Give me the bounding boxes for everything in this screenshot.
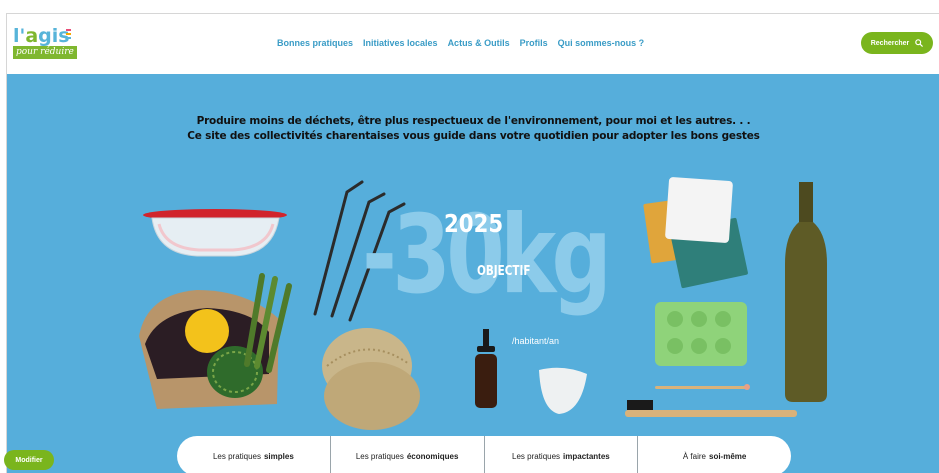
main-nav: Bonnes pratiques Initiatives locales Act… [277,38,644,48]
tab-label-prefix: À faire [682,451,706,461]
objective-label: OBJECTIF [477,264,531,279]
bees-wrap-icon [643,177,748,289]
practices-tabs: Les pratiques simples Les pratiques économ… [177,436,791,473]
tab-pratiques-impactantes[interactable]: Les pratiques impactantes [485,436,639,473]
logo-letter-a: a [25,25,39,47]
tab-a-faire-soi-meme[interactable]: À faire soi-même [638,436,791,473]
nav-item-profils[interactable]: Profils [520,38,548,48]
objective-unit: /habitant/an [512,336,560,346]
browser-viewport: l'agis pour réduire Bonnes pratiques Ini… [6,13,939,473]
logo-apostrophe: l' [13,25,26,47]
search-button[interactable]: Rechercher [861,32,933,54]
search-button-label: Rechercher [870,39,910,47]
wine-bottle-icon [785,182,827,402]
tab-label-prefix: Les pratiques [512,451,561,461]
logo-letters-gis: gis [38,25,70,47]
hero-banner: Produire moins de déchets, être plus res… [7,74,939,473]
egg-carton-icon [655,302,747,366]
site-header: l'agis pour réduire Bonnes pratiques Ini… [7,14,939,74]
nav-item-qui-sommes-nous[interactable]: Qui sommes-nous ? [558,38,645,48]
search-icon [915,39,924,47]
dropper-bottle-icon [475,329,497,408]
vegetable-bag-icon [139,273,292,409]
modify-button[interactable]: Modifier [4,450,54,470]
logo-tagline: pour réduire [13,46,77,59]
tab-label-bold: impactantes [563,451,610,461]
nav-item-actus-outils[interactable]: Actus & Outils [448,38,510,48]
objective-year: 2025 [444,209,504,238]
tab-label-prefix: Les pratiques [355,451,404,461]
nav-item-initiatives-locales[interactable]: Initiatives locales [363,38,438,48]
glass-bowl-icon [143,209,287,257]
tab-label-bold: soi-même [709,451,747,461]
crochet-pads-icon [322,328,420,430]
toothbrush-icon [625,400,797,417]
tab-pratiques-economiques[interactable]: Les pratiques économiques [331,436,485,473]
logo-bars-icon [66,29,72,43]
tab-label-bold: économiques [406,451,459,461]
cotton-swab-icon [655,384,750,390]
tab-pratiques-simples[interactable]: Les pratiques simples [177,436,331,473]
tab-label-bold: simples [263,451,294,461]
nav-item-bonnes-pratiques[interactable]: Bonnes pratiques [277,38,353,48]
tab-label-prefix: Les pratiques [212,451,261,461]
menstrual-cup-icon [539,367,587,414]
logo-wordmark: l'agis [13,26,70,46]
site-logo[interactable]: l'agis pour réduire [13,26,77,62]
